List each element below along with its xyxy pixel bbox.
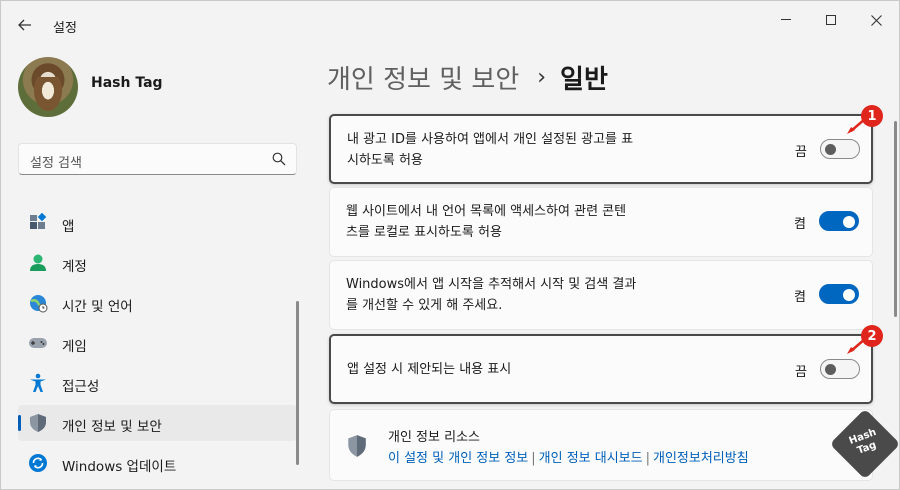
setting-text-line: 앱 설정 시 제안되는 내용 표시 [347, 362, 512, 377]
sidebar-item-accounts[interactable]: 계정 [18, 245, 297, 281]
title-bar: 설정 [1, 1, 899, 47]
time-language-icon [30, 295, 48, 313]
sidebar-item-privacy-security[interactable]: 개인 정보 및 보안 [18, 405, 297, 441]
sidebar-item-time-language[interactable]: 시간 및 언어 [18, 285, 297, 321]
search-icon [272, 152, 286, 166]
back-arrow-icon [18, 19, 31, 31]
setting-description: 웹 사이트에서 내 언어 목록에 액세스하여 관련 콘텐 츠를 로컬로 표시하도… [346, 201, 706, 243]
language-list-toggle[interactable] [819, 211, 859, 231]
link-divider: | [645, 451, 650, 466]
sidebar-item-label: 계정 [62, 259, 87, 275]
setting-card-language-list: 웹 사이트에서 내 언어 목록에 액세스하여 관련 콘텐 츠를 로컬로 표시하도… [329, 187, 873, 257]
shield-icon [348, 435, 366, 457]
search-placeholder: 설정 검색 [30, 156, 82, 171]
toggle-state-label: 끔 [795, 145, 807, 160]
toggle-knob [825, 364, 836, 375]
setting-card-advertising-id: 내 광고 ID를 사용하여 앱에서 개인 설정된 광고를 표 시하도록 허용 끔 [329, 114, 873, 184]
sidebar-item-label: 시간 및 언어 [62, 299, 133, 315]
toggle-state-label: 끔 [795, 365, 807, 380]
maximize-icon [826, 15, 836, 25]
annotation-arrow-icon [847, 338, 866, 354]
active-indicator [18, 415, 21, 431]
privacy-dashboard-link[interactable]: 개인 정보 대시보드 [539, 451, 643, 466]
sidebar-item-apps[interactable]: 앱 [18, 205, 297, 241]
user-name: Hash Tag [91, 75, 163, 91]
setting-description: 앱 설정 시 제안되는 내용 표시 [347, 359, 707, 380]
avatar[interactable] [18, 57, 78, 117]
app-title: 설정 [53, 21, 77, 36]
privacy-statement-link[interactable]: 개인정보처리방침 [653, 451, 749, 466]
resources-title: 개인 정보 리소스 [388, 430, 480, 445]
toggle-state-label: 켬 [794, 217, 806, 232]
sidebar-item-label: 게임 [62, 339, 87, 355]
update-icon [29, 454, 47, 472]
app-launch-tracking-toggle[interactable] [819, 284, 859, 304]
close-button[interactable] [853, 5, 899, 35]
minimize-icon [781, 19, 791, 20]
sidebar-scrollbar[interactable] [296, 301, 299, 465]
settings-window: 설정 Hash Tag 설정 검색 앱 계정 시간 및 언어 게임 접근성 개인… [0, 0, 900, 490]
advertising-id-toggle[interactable] [820, 139, 860, 159]
gaming-icon [29, 338, 47, 348]
search-input[interactable]: 설정 검색 [18, 143, 297, 175]
privacy-info-link[interactable]: 이 설정 및 개인 정보 정보 [388, 451, 528, 466]
sidebar-item-gaming[interactable]: 게임 [18, 325, 297, 361]
setting-card-app-launch-tracking: Windows에서 앱 시작을 추적해서 시작 및 검색 결과 를 개선할 수 … [329, 260, 873, 330]
close-icon [870, 14, 882, 26]
maximize-button[interactable] [808, 5, 854, 35]
breadcrumb-separator: › [537, 64, 547, 90]
setting-description: 내 광고 ID를 사용하여 앱에서 개인 설정된 광고를 표 시하도록 허용 [347, 129, 707, 171]
page-title: 일반 [560, 64, 608, 95]
sidebar-item-label: 개인 정보 및 보안 [62, 419, 162, 435]
privacy-resources-card: 개인 정보 리소스 이 설정 및 개인 정보 정보 | 개인 정보 대시보드 | 개인정… [329, 409, 873, 481]
accessibility-icon [30, 373, 46, 392]
toggle-knob [843, 289, 855, 301]
toggle-knob [825, 144, 836, 155]
sidebar-item-windows-update[interactable]: Windows 업데이트 [18, 445, 297, 481]
account-icon [30, 254, 46, 271]
sidebar-item-label: 접근성 [62, 379, 100, 395]
sidebar-item-accessibility[interactable]: 접근성 [18, 365, 297, 401]
setting-text-line: 를 개선할 수 있게 해 주세요. [346, 298, 503, 313]
breadcrumb-parent[interactable]: 개인 정보 및 보안 [327, 59, 519, 96]
setting-text-line: Windows에서 앱 시작을 추적해서 시작 및 검색 결과 [346, 277, 637, 292]
setting-text-line: 츠를 로컬로 표시하도록 허용 [346, 225, 502, 240]
annotation-arrow-icon [847, 118, 866, 134]
resources-links: 이 설정 및 개인 정보 정보 | 개인 정보 대시보드 | 개인정보처리방침 [388, 447, 749, 466]
setting-description: Windows에서 앱 시작을 추적해서 시작 및 검색 결과 를 개선할 수 … [346, 274, 706, 316]
content-scrollbar[interactable] [894, 121, 897, 317]
setting-text-line: 웹 사이트에서 내 언어 목록에 액세스하여 관련 콘텐 [346, 204, 627, 219]
toggle-state-label: 켬 [794, 290, 806, 305]
minimize-button[interactable] [763, 5, 809, 35]
link-divider: | [531, 451, 536, 466]
shield-icon [30, 414, 46, 432]
sidebar-item-label: Windows 업데이트 [62, 459, 177, 475]
back-button[interactable] [11, 11, 39, 39]
suggested-content-toggle[interactable] [820, 359, 860, 379]
setting-card-suggested-content: 앱 설정 시 제안되는 내용 표시 끔 [329, 334, 873, 404]
setting-text-line: 시하도록 허용 [347, 153, 423, 168]
sidebar-item-label: 앱 [62, 219, 75, 235]
breadcrumb: 개인 정보 및 보안 › 일반 [327, 57, 608, 97]
apps-icon [30, 213, 47, 229]
toggle-knob [843, 216, 855, 228]
setting-text-line: 내 광고 ID를 사용하여 앱에서 개인 설정된 광고를 표 [347, 132, 634, 147]
